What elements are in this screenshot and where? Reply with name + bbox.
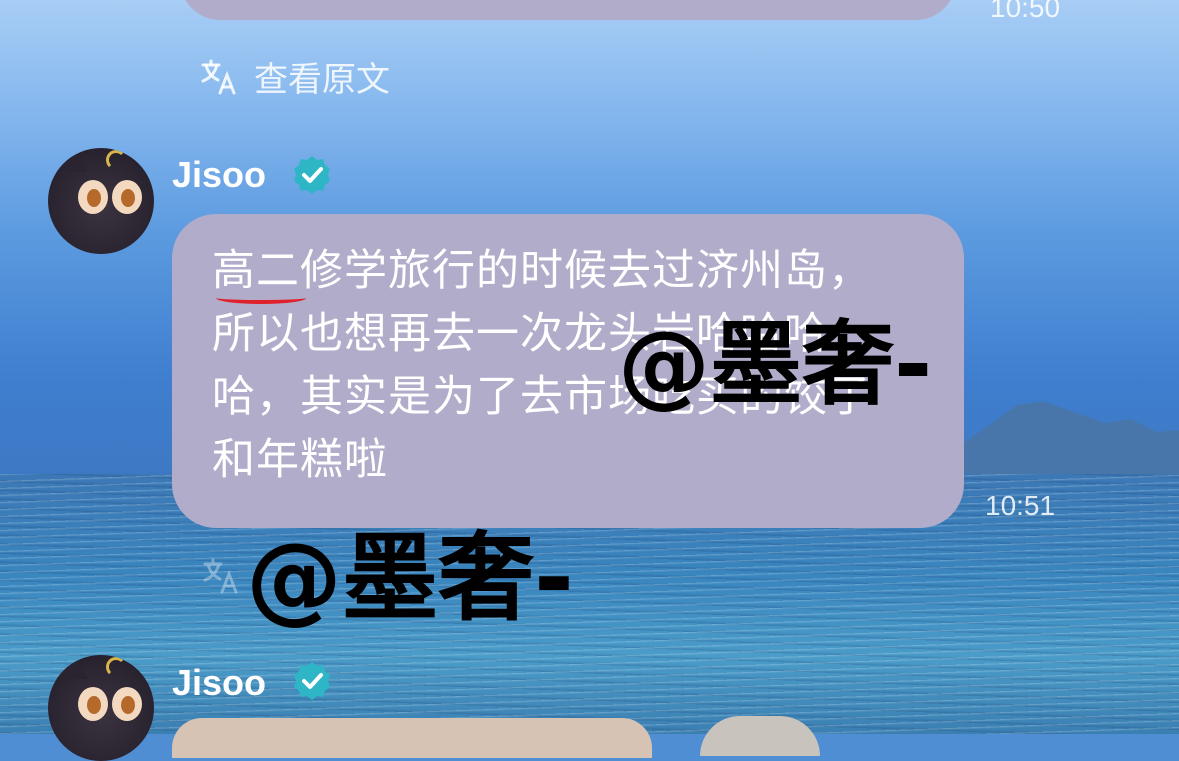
- sender-name[interactable]: Jisoo: [172, 662, 266, 704]
- translate-icon[interactable]: [202, 556, 242, 596]
- avatar[interactable]: [48, 655, 154, 761]
- message-bubble-previous[interactable]: [180, 0, 956, 20]
- sender-name[interactable]: Jisoo: [172, 154, 266, 196]
- image-message-preview[interactable]: [172, 718, 652, 758]
- message-time: 10:51: [985, 490, 1056, 521]
- view-original-label: 查看原文: [254, 60, 390, 100]
- verified-badge-icon: [294, 662, 330, 700]
- message-time: 10:50: [990, 0, 1061, 23]
- avatar-ear: [52, 148, 88, 172]
- avatar-eye: [78, 687, 108, 721]
- view-original-button[interactable]: 查看原文: [200, 52, 390, 101]
- watermark-text: @墨奢-: [618, 311, 933, 418]
- avatar-ear: [52, 655, 88, 679]
- red-underline-annotation: [216, 292, 306, 304]
- avatar[interactable]: [48, 148, 154, 254]
- avatar-eye: [112, 180, 142, 214]
- verified-badge-icon: [294, 156, 330, 194]
- image-message-preview[interactable]: [700, 716, 820, 756]
- avatar-eye: [78, 180, 108, 214]
- avatar-eye: [112, 687, 142, 721]
- avatar-moon-mark: [106, 150, 126, 170]
- message-line: 和年糕啦: [212, 435, 388, 485]
- translate-icon: [201, 59, 236, 94]
- watermark-text: @墨奢-: [246, 522, 574, 634]
- avatar-moon-mark: [106, 657, 126, 677]
